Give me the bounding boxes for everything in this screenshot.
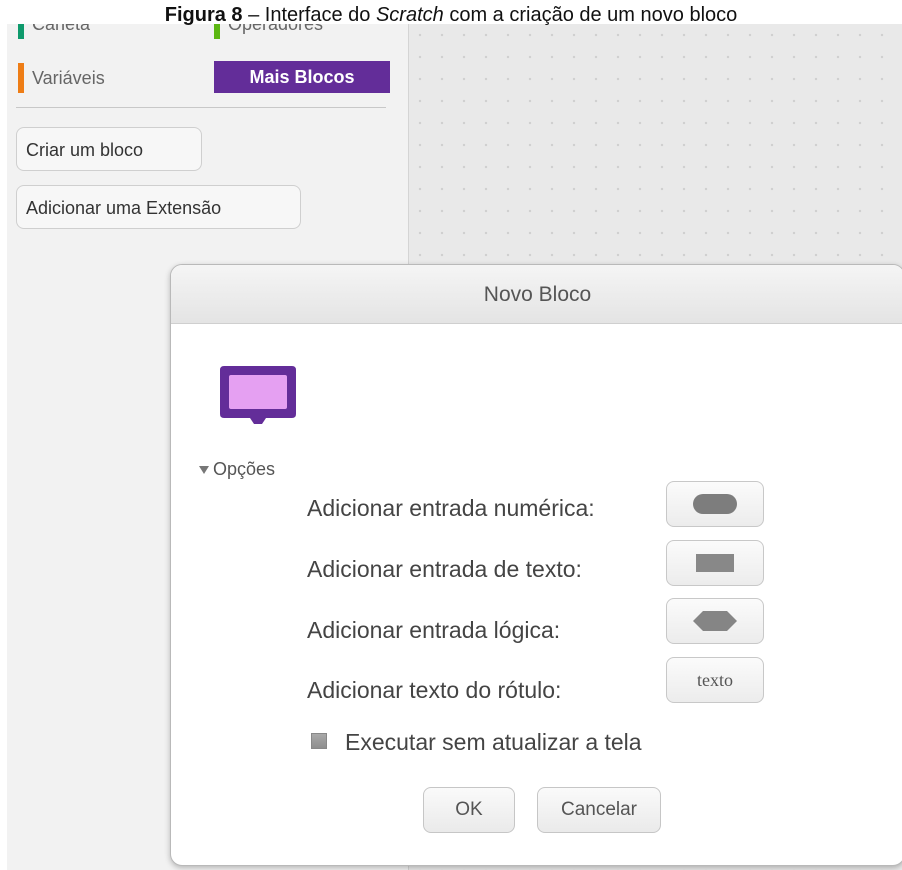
cancel-button[interactable]: Cancelar: [537, 787, 661, 833]
palette-divider: [16, 107, 386, 108]
caption-text-italic: Scratch: [375, 4, 444, 26]
category-label: Mais Blocos: [249, 67, 355, 87]
scratch-editor: Caneta Operadores Variáveis Mais Blocos …: [7, 24, 902, 870]
options-toggle[interactable]: Opções: [199, 457, 275, 481]
figure-caption: Figura 8 – Interface do Scratch com a cr…: [0, 2, 902, 28]
add-text-input-label: Adicionar entrada de texto:: [307, 556, 582, 582]
triangle-down-icon: [199, 466, 209, 475]
boolean-input-icon: [693, 611, 737, 631]
new-block-dialog: Novo Bloco Opções Adicionar entrada numé…: [170, 264, 902, 866]
label-text-button-text: texto: [697, 670, 733, 690]
caption-figure-number: Figura 8: [164, 4, 243, 26]
add-boolean-input-button[interactable]: [666, 598, 764, 644]
add-extension-button[interactable]: Adicionar uma Extensão: [16, 185, 301, 229]
create-block-button[interactable]: Criar um bloco: [16, 127, 202, 171]
number-input-icon: [693, 494, 737, 514]
dialog-title: Novo Bloco: [171, 265, 902, 324]
run-without-refresh-label: Executar sem atualizar a tela: [345, 729, 642, 755]
category-mais-blocos[interactable]: Mais Blocos: [214, 61, 390, 93]
add-label-text-button[interactable]: texto: [666, 657, 764, 703]
custom-block-preview[interactable]: [218, 364, 298, 429]
add-label-text-label: Adicionar texto do rótulo:: [307, 677, 562, 703]
text-input-icon: [696, 554, 734, 572]
category-variaveis[interactable]: Variáveis: [18, 63, 198, 93]
caption-text-suffix: com a criação de um novo bloco: [443, 4, 738, 26]
add-number-input-button[interactable]: [666, 481, 764, 527]
add-boolean-input-label: Adicionar entrada lógica:: [307, 617, 561, 643]
category-label: Variáveis: [32, 68, 105, 88]
add-number-input-label: Adicionar entrada numérica:: [307, 495, 595, 521]
add-text-input-button[interactable]: [666, 540, 764, 586]
run-without-refresh-checkbox[interactable]: [311, 733, 327, 749]
caption-text-middle: – Interface do: [242, 4, 376, 26]
options-label: Opções: [213, 459, 276, 479]
category-color-bar: [18, 63, 24, 93]
ok-button[interactable]: OK: [423, 787, 515, 833]
